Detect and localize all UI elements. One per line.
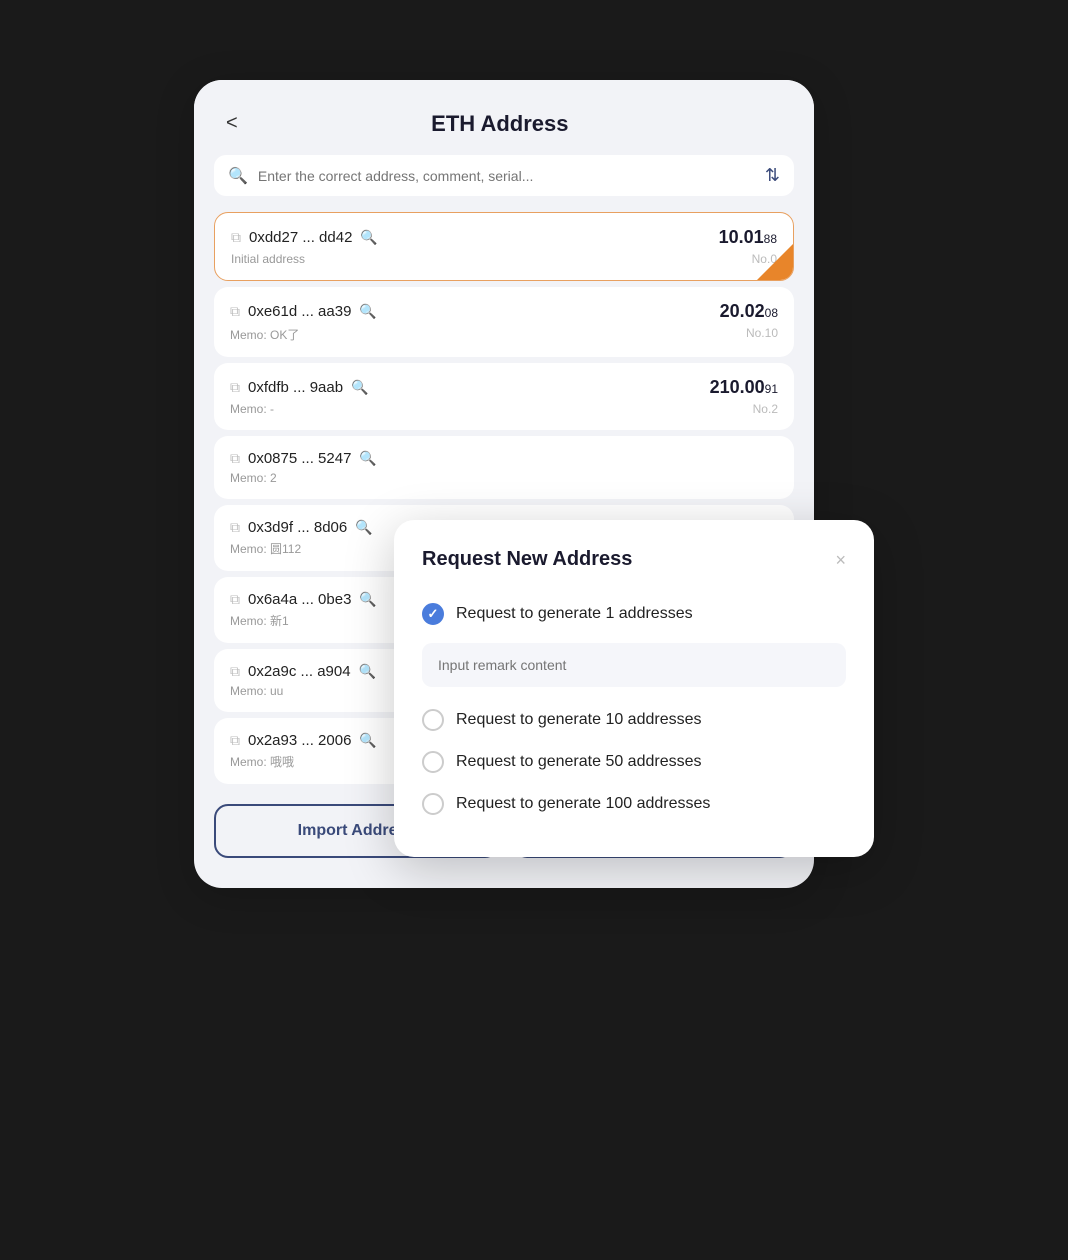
copy-icon[interactable]: ⧉ [230,591,240,608]
page-title: ETH Address [246,111,754,137]
modal-title: Request New Address [422,548,632,571]
address-hash: 0x6a4a ... 0be3 [248,591,351,608]
remark-input[interactable] [422,643,846,687]
option-label: Request to generate 100 addresses [456,795,710,813]
modal-options: Request to generate 1 addresses Request t… [422,593,846,825]
copy-icon[interactable]: ⧉ [230,519,240,536]
address-search-icon[interactable]: 🔍 [359,732,376,749]
address-search-icon[interactable]: 🔍 [359,303,376,320]
address-item[interactable]: ⧉ 0xdd27 ... dd42 🔍 10.0188 Initial addr… [214,212,794,281]
address-item[interactable]: ⧉ 0xfdfb ... 9aab 🔍 210.0091 Memo: - No.… [214,363,794,430]
modal-option[interactable]: Request to generate 10 addresses [422,699,846,741]
radio-button[interactable] [422,751,444,773]
address-hash: 0xdd27 ... dd42 [249,229,352,246]
modal-header: Request New Address × [422,548,846,571]
address-hash: 0xe61d ... aa39 [248,303,351,320]
radio-button[interactable] [422,603,444,625]
active-corner [757,244,793,280]
address-hash: 0x3d9f ... 8d06 [248,519,347,536]
address-search-icon[interactable]: 🔍 [351,379,368,396]
address-hash: 0x2a93 ... 2006 [248,732,351,749]
copy-icon[interactable]: ⧉ [230,450,240,467]
copy-icon[interactable]: ⧉ [231,229,241,246]
copy-icon[interactable]: ⧉ [230,379,240,396]
amount: 210.0091 [710,377,778,398]
address-hash: 0x2a9c ... a904 [248,663,351,680]
no-badge: No.2 [753,402,778,416]
copy-icon[interactable]: ⧉ [230,663,240,680]
header: < ETH Address [194,80,814,155]
memo-text: Memo: - [230,402,274,416]
option-label: Request to generate 10 addresses [456,711,702,729]
address-search-icon[interactable]: 🔍 [359,591,376,608]
option-label: Request to generate 1 addresses [456,605,693,623]
address-search-icon[interactable]: 🔍 [355,519,372,536]
search-input[interactable] [258,168,755,184]
radio-button[interactable] [422,709,444,731]
modal-option[interactable]: Request to generate 100 addresses [422,783,846,825]
address-search-icon[interactable]: 🔍 [359,663,376,680]
close-icon[interactable]: × [835,551,846,569]
address-search-icon[interactable]: 🔍 [359,450,376,467]
memo-text: Memo: OK了 [230,326,299,343]
memo-text: Memo: 圆112 [230,540,301,557]
radio-button[interactable] [422,793,444,815]
search-bar: 🔍 ⇅ [214,155,794,196]
address-hash: 0x0875 ... 5247 [248,450,351,467]
copy-icon[interactable]: ⧉ [230,303,240,320]
address-item[interactable]: ⧉ 0xe61d ... aa39 🔍 20.0208 Memo: OK了 No… [214,287,794,357]
modal-card: Request New Address × Request to generat… [394,520,874,857]
address-item[interactable]: ⧉ 0x0875 ... 5247 🔍 Memo: 2 [214,436,794,499]
memo-text: Memo: uu [230,684,283,698]
memo-text: Memo: 哦哦 [230,753,294,770]
filter-icon[interactable]: ⇅ [765,165,780,186]
memo-text: Memo: 新1 [230,612,289,629]
modal-option[interactable]: Request to generate 50 addresses [422,741,846,783]
memo-text: Memo: 2 [230,471,277,485]
copy-icon[interactable]: ⧉ [230,732,240,749]
no-badge: No.10 [746,326,778,343]
back-button[interactable]: < [218,108,246,139]
option-label: Request to generate 50 addresses [456,753,702,771]
modal-option[interactable]: Request to generate 1 addresses [422,593,846,635]
memo-text: Initial address [231,252,305,266]
search-icon: 🔍 [228,166,248,186]
address-search-icon[interactable]: 🔍 [360,229,377,246]
amount: 20.0208 [720,301,778,322]
address-hash: 0xfdfb ... 9aab [248,379,343,396]
